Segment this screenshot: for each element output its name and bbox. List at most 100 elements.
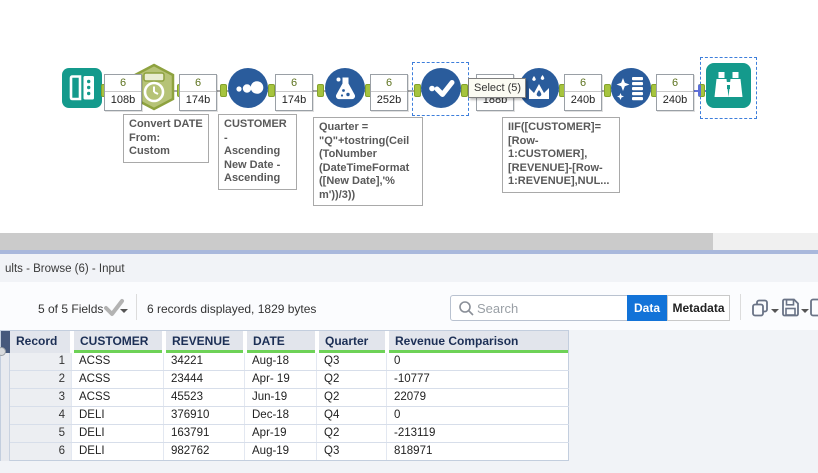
toolbar-separator xyxy=(740,294,741,320)
connection-progress-label: 6 174b xyxy=(275,74,313,111)
data-size: 240b xyxy=(662,94,688,106)
cell-comparison[interactable]: -213119 xyxy=(388,425,568,442)
cell-customer[interactable]: DELI xyxy=(73,407,164,424)
canvas-hscrollbar[interactable] xyxy=(0,233,818,250)
connection-progress-label: 6 108b xyxy=(104,74,142,111)
data-size: 108b xyxy=(110,94,136,106)
record-count: 6 xyxy=(565,75,601,92)
data-size: 240b xyxy=(570,94,596,106)
sort-icon xyxy=(228,68,268,112)
connection-progress-label: 6 240b xyxy=(564,74,602,111)
connection-progress-label: 6 252b xyxy=(370,74,408,111)
column-header-customer[interactable]: CUSTOMER xyxy=(74,331,164,353)
record-count: 6 xyxy=(657,75,693,92)
copy-icon[interactable] xyxy=(750,298,770,323)
input-anchor xyxy=(604,84,611,97)
browse-tool[interactable] xyxy=(706,63,751,108)
formula-tool[interactable] xyxy=(325,68,365,108)
cell-record[interactable]: 1 xyxy=(10,353,72,370)
cell-quarter[interactable]: Q2 xyxy=(318,389,387,406)
cell-quarter[interactable]: Q2 xyxy=(318,371,387,388)
tab-metadata[interactable]: Metadata xyxy=(667,295,730,321)
new-window-icon[interactable] xyxy=(810,297,818,323)
sort-tool[interactable] xyxy=(228,68,268,108)
cell-record[interactable]: 3 xyxy=(10,389,72,406)
cell-quarter[interactable]: Q2 xyxy=(318,425,387,442)
table-row: 6 DELI 982762 Aug-19 Q3 818971 xyxy=(10,443,569,461)
records-summary: 6 records displayed, 1829 bytes xyxy=(147,302,317,316)
cell-date[interactable]: Aug-19 xyxy=(246,443,317,460)
input-anchor xyxy=(220,84,227,97)
cell-record[interactable]: 4 xyxy=(10,407,72,424)
data-cleansing-tool[interactable] xyxy=(611,68,651,108)
cell-quarter[interactable]: Q4 xyxy=(318,407,387,424)
save-dropdown-caret-icon[interactable] xyxy=(801,309,809,313)
fields-summary-dropdown[interactable]: 5 of 5 Fields xyxy=(38,302,103,316)
cell-date[interactable]: Aug-18 xyxy=(246,353,317,370)
results-toolbar: 5 of 5 Fields 6 records displayed, 1829 … xyxy=(0,282,818,330)
table-row: 2 ACSS 23444 Apr- 19 Q2 -10777 xyxy=(10,371,569,389)
column-header-quarter[interactable]: Quarter xyxy=(319,331,387,353)
cell-record[interactable]: 5 xyxy=(10,425,72,442)
cell-customer[interactable]: DELI xyxy=(73,425,164,442)
select-checkmark-icon xyxy=(421,68,461,112)
data-size: 174b xyxy=(281,94,307,106)
cell-comparison[interactable]: 0 xyxy=(388,407,568,424)
tool-annotation-multi-row-formula[interactable]: IIF([CUSTOMER]= [Row- 1:CUSTOMER], [REVE… xyxy=(502,117,620,193)
cell-quarter[interactable]: Q3 xyxy=(318,443,387,460)
search-icon xyxy=(458,300,475,322)
table-row: 1 ACSS 34221 Aug-18 Q3 0 xyxy=(10,353,569,371)
input-anchor xyxy=(698,84,705,97)
toolbar-separator xyxy=(136,294,137,320)
tool-annotation-formula[interactable]: Quarter = "Q"+tostring(Ceil (ToNumber (D… xyxy=(313,117,423,206)
tab-data[interactable]: Data xyxy=(627,295,667,321)
column-header-revenue-comparison[interactable]: Revenue Comparison xyxy=(389,331,568,353)
cell-customer[interactable]: DELI xyxy=(73,443,164,460)
cell-record[interactable]: 2 xyxy=(10,371,72,388)
cell-revenue[interactable]: 34221 xyxy=(165,353,245,370)
cell-revenue[interactable]: 45523 xyxy=(165,389,245,406)
record-count: 6 xyxy=(276,75,312,92)
record-count: 6 xyxy=(105,75,141,92)
browse-binoculars-icon xyxy=(706,63,751,112)
results-panel: ults - Browse (6) - Input 5 of 5 Fields … xyxy=(0,254,818,473)
cell-date[interactable]: Apr-19 xyxy=(246,425,317,442)
column-header-record[interactable]: Record xyxy=(10,331,72,353)
connection-progress-label: 6 174b xyxy=(179,74,217,111)
workflow-canvas[interactable]: 6 108b 6 174b 6 174b 6 252b 188b Select … xyxy=(0,0,818,232)
cell-customer[interactable]: ACSS xyxy=(73,353,164,370)
canvas-hscrollbar-thumb[interactable] xyxy=(0,233,713,250)
tool-annotation-datetime[interactable]: Convert DATE From: Custom xyxy=(123,114,209,163)
input-data-tool[interactable] xyxy=(62,68,102,108)
cell-revenue[interactable]: 982762 xyxy=(165,443,245,460)
save-icon[interactable] xyxy=(780,297,801,323)
cell-comparison[interactable]: 818971 xyxy=(388,443,568,460)
cell-customer[interactable]: ACSS xyxy=(73,371,164,388)
record-count: 6 xyxy=(371,75,407,92)
data-size: 252b xyxy=(376,94,402,106)
cell-quarter[interactable]: Q3 xyxy=(318,353,387,370)
cell-date[interactable]: Dec-18 xyxy=(246,407,317,424)
cell-revenue[interactable]: 376910 xyxy=(165,407,245,424)
cell-revenue[interactable]: 163791 xyxy=(165,425,245,442)
select-tool[interactable] xyxy=(421,68,461,108)
cell-revenue[interactable]: 23444 xyxy=(165,371,245,388)
tool-annotation-sort[interactable]: CUSTOMER - Ascending New Date - Ascendin… xyxy=(218,114,297,190)
column-header-revenue[interactable]: REVENUE xyxy=(166,331,245,353)
tool-tooltip: Select (5) xyxy=(468,78,526,98)
cell-comparison[interactable]: 22079 xyxy=(388,389,568,406)
copy-dropdown-caret-icon[interactable] xyxy=(771,309,779,313)
cell-date[interactable]: Apr- 19 xyxy=(246,371,317,388)
input-anchor xyxy=(317,84,324,97)
column-header-date[interactable]: DATE xyxy=(247,331,317,353)
grid-row-gutter xyxy=(1,353,10,461)
cell-comparison[interactable]: 0 xyxy=(388,353,568,370)
cell-comparison[interactable]: -10777 xyxy=(388,371,568,388)
alteryx-designer-screen: 6 108b 6 174b 6 174b 6 252b 188b Select … xyxy=(0,0,818,473)
output-anchor xyxy=(461,84,468,97)
table-row: 3 ACSS 45523 Jun-19 Q2 22079 xyxy=(10,389,569,407)
cell-date[interactable]: Jun-19 xyxy=(246,389,317,406)
table-row: 4 DELI 376910 Dec-18 Q4 0 xyxy=(10,407,569,425)
cell-record[interactable]: 6 xyxy=(10,443,72,460)
cell-customer[interactable]: ACSS xyxy=(73,389,164,406)
